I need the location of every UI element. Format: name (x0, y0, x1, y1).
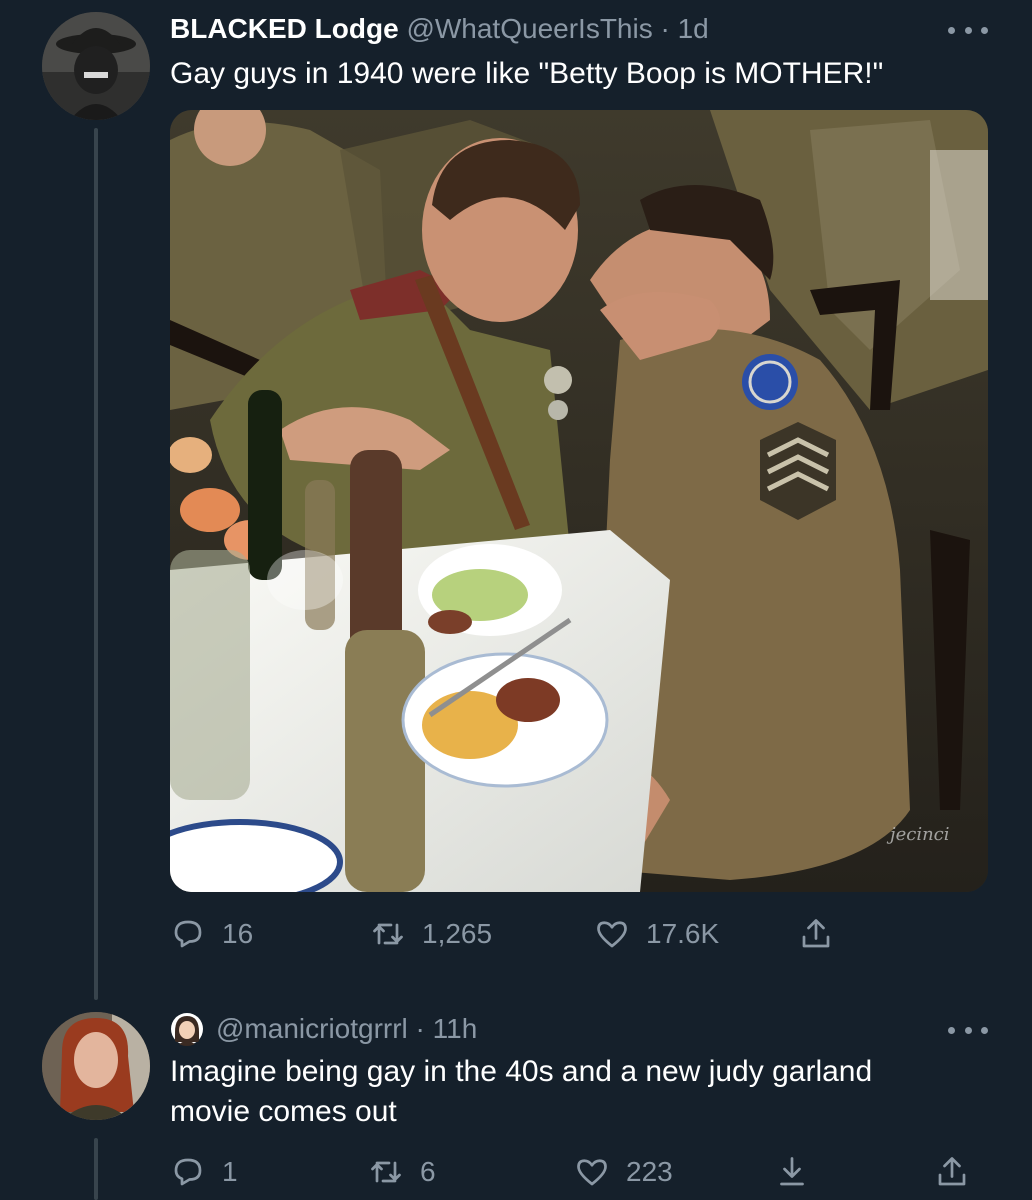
tweet-header: BLACKED Lodge @WhatQueerIsThis · 1d (170, 12, 709, 46)
more-icon[interactable] (948, 1024, 988, 1036)
reply-button[interactable]: 16 (170, 912, 253, 956)
display-name[interactable]: BLACKED Lodge (170, 13, 399, 44)
like-count: 17.6K (646, 918, 720, 949)
avatar[interactable] (42, 12, 150, 120)
retweet-button[interactable]: 1,265 (370, 912, 492, 956)
retweet-button[interactable]: 6 (368, 1150, 436, 1194)
user-handle[interactable]: @manicriotgrrrl (216, 1013, 408, 1044)
share-button[interactable] (798, 912, 834, 956)
separator: · (407, 1013, 433, 1044)
tweet-photo[interactable]: jecinci (170, 110, 988, 892)
reply-icon (174, 1158, 202, 1186)
tweet-actions: 16 1,265 17.6K (170, 912, 988, 956)
download-icon (780, 1157, 804, 1186)
thread-line (94, 1138, 98, 1200)
like-icon (597, 921, 627, 948)
download-button[interactable] (774, 1150, 810, 1194)
like-button[interactable]: 223 (574, 1150, 673, 1194)
emoji-icon (171, 1013, 203, 1046)
retweet-icon (373, 923, 403, 945)
separator: · (652, 13, 678, 44)
like-count: 223 (626, 1156, 673, 1187)
tweet-text: Gay guys in 1940 were like "Betty Boop i… (170, 57, 884, 90)
avatar[interactable] (42, 1012, 150, 1120)
share-button[interactable] (934, 1150, 970, 1194)
reply-icon (174, 920, 202, 948)
share-icon (938, 1157, 966, 1186)
more-icon[interactable] (948, 24, 988, 36)
like-button[interactable]: 17.6K (594, 912, 719, 956)
tweet-thread: BLACKED Lodge @WhatQueerIsThis · 1d Gay … (0, 0, 1032, 1200)
photo-watermark: jecinci (886, 824, 950, 845)
retweet-count: 6 (420, 1156, 436, 1187)
share-icon (802, 919, 830, 948)
retweet-count: 1,265 (422, 918, 493, 949)
user-handle[interactable]: @WhatQueerIsThis (406, 13, 652, 44)
reply-button[interactable]: 1 (170, 1150, 238, 1194)
reply-count: 16 (222, 918, 254, 949)
reply-actions: 1 6 223 (170, 1150, 988, 1194)
reply-header: @manicriotgrrrl · 11h (170, 1012, 477, 1046)
timestamp[interactable]: 1d (678, 13, 709, 44)
timestamp[interactable]: 11h (433, 1013, 478, 1044)
retweet-icon (371, 1161, 401, 1183)
reply-count: 1 (222, 1156, 238, 1187)
like-icon (577, 1159, 607, 1186)
reply-text: Imagine being gay in the 40s and a new j… (170, 1055, 873, 1128)
thread-line (94, 128, 98, 1000)
